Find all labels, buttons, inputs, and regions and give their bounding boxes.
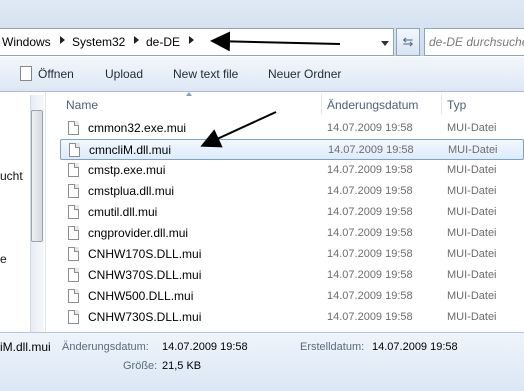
details-size-value: 21,5 KB [162, 360, 202, 372]
file-date: 14.07.2009 19:58 [327, 311, 413, 323]
column-divider[interactable] [321, 94, 322, 114]
file-date: 14.07.2009 19:58 [327, 164, 413, 176]
file-date: 14.07.2009 19:58 [327, 269, 413, 281]
file-name: cmstplua.dll.mui [88, 184, 175, 198]
file-date: 14.07.2009 19:58 [327, 122, 413, 134]
file-row[interactable]: CNHW730S.DLL.mui 14.07.2009 19:58 MUI-Date… [60, 307, 524, 328]
address-dropdown-icon[interactable] [381, 41, 389, 46]
details-created-value: 14.07.2009 19:58 [372, 341, 458, 353]
file-type: MUI-Datei [447, 122, 497, 134]
file-row[interactable]: CNHW500.DLL.mui 14.07.2009 19:58 MUI-Datei [60, 286, 524, 307]
file-icon [68, 268, 79, 282]
file-type: MUI-Datei [448, 144, 498, 156]
file-name: cngprovider.dll.mui [88, 226, 189, 240]
new-folder-button[interactable]: Neuer Ordner [268, 67, 341, 81]
file-type: MUI-Datei [447, 311, 497, 323]
file-date: 14.07.2009 19:58 [327, 227, 413, 239]
file-type: MUI-Datei [447, 269, 497, 281]
column-header-date[interactable]: Änderungsdatum [327, 98, 418, 112]
file-row[interactable]: cmmon32.exe.mui 14.07.2009 19:58 MUI-Datei [60, 118, 524, 139]
file-name: CNHW170S.DLL.mui [88, 247, 202, 261]
file-date: 14.07.2009 19:58 [327, 185, 413, 197]
breadcrumb-system32[interactable]: System32 [72, 35, 125, 49]
details-pane: iM.dll.mui Änderungsdatum: 14.07.2009 19… [0, 332, 524, 391]
file-date: 14.07.2009 19:58 [327, 206, 413, 218]
sort-ascending-icon [186, 92, 192, 96]
file-icon [69, 143, 80, 157]
file-row[interactable]: cmutil.dll.mui 14.07.2009 19:58 MUI-Datei [60, 202, 524, 223]
file-name: CNHW370S.DLL.mui [88, 268, 202, 282]
column-header-type[interactable]: Typ [447, 98, 466, 112]
breadcrumb-separator-icon[interactable] [134, 36, 139, 44]
file-row[interactable]: cmncliM.dll.mui 14.07.2009 19:58 MUI-Datei [60, 139, 524, 160]
file-date: 14.07.2009 19:58 [328, 144, 414, 156]
file-type: MUI-Datei [447, 164, 497, 176]
file-type: MUI-Datei [447, 227, 497, 239]
file-name: cmmon32.exe.mui [88, 121, 187, 135]
file-row[interactable]: cmstp.exe.mui 14.07.2009 19:58 MUI-Datei [60, 160, 524, 181]
breadcrumb[interactable]: Windows System32 de-DE [0, 28, 394, 56]
column-divider[interactable] [441, 94, 442, 114]
nav-item-partial[interactable]: ucht [0, 169, 23, 183]
file-date: 14.07.2009 19:58 [327, 290, 413, 302]
file-row[interactable]: cngprovider.dll.mui 14.07.2009 19:58 MUI-D… [60, 223, 524, 244]
upload-button[interactable]: Upload [105, 67, 143, 81]
details-modified-value: 14.07.2009 19:58 [162, 341, 248, 353]
file-icon [68, 184, 79, 198]
command-toolbar: Öffnen Upload New text file Neuer Ordner [0, 57, 524, 92]
new-text-file-button[interactable]: New text file [173, 67, 238, 81]
details-modified-label: Änderungsdatum: [62, 341, 149, 353]
breadcrumb-de-de[interactable]: de-DE [146, 35, 180, 49]
nav-item-partial[interactable]: e [0, 252, 7, 266]
search-box[interactable] [424, 28, 524, 56]
file-name: cmstp.exe.mui [88, 163, 166, 177]
file-name: CNHW500.DLL.mui [88, 289, 194, 303]
file-icon [68, 226, 79, 240]
file-name: CNHW730S.DLL.mui [88, 310, 202, 324]
file-row[interactable]: cmstplua.dll.mui 14.07.2009 19:58 MUI-Date… [60, 181, 524, 202]
file-row[interactable]: CNHW170S.DLL.mui 14.07.2009 19:58 MUI-Date… [60, 244, 524, 265]
file-name: cmutil.dll.mui [88, 205, 158, 219]
file-icon [68, 289, 79, 303]
file-icon [68, 247, 79, 261]
details-size-label: Größe: [123, 360, 158, 372]
breadcrumb-windows[interactable]: Windows [2, 35, 51, 49]
file-date: 14.07.2009 19:58 [327, 248, 413, 260]
refresh-button[interactable]: ⇆ [396, 28, 420, 56]
breadcrumb-separator-icon[interactable] [189, 36, 194, 44]
refresh-icon: ⇆ [402, 34, 414, 49]
open-button[interactable]: Öffnen [38, 67, 74, 81]
file-icon [68, 163, 79, 177]
file-icon [68, 310, 79, 324]
file-icon [68, 205, 79, 219]
file-name: cmncliM.dll.mui [89, 143, 172, 157]
column-header-name[interactable]: Name [66, 98, 98, 112]
file-type: MUI-Datei [447, 185, 497, 197]
details-created-label: Erstelldatum: [300, 341, 365, 353]
nav-scrollbar-thumb[interactable] [31, 110, 43, 242]
file-type: MUI-Datei [447, 290, 497, 302]
file-type: MUI-Datei [447, 248, 497, 260]
file-row[interactable]: CNHW370S.DLL.mui 14.07.2009 19:58 MUI-Date… [60, 265, 524, 286]
file-type: MUI-Datei [447, 206, 497, 218]
breadcrumb-separator-icon[interactable] [60, 36, 65, 44]
search-input[interactable] [425, 29, 524, 55]
details-file-name: iM.dll.mui [0, 340, 51, 354]
open-file-icon [20, 66, 32, 81]
file-icon [68, 121, 79, 135]
